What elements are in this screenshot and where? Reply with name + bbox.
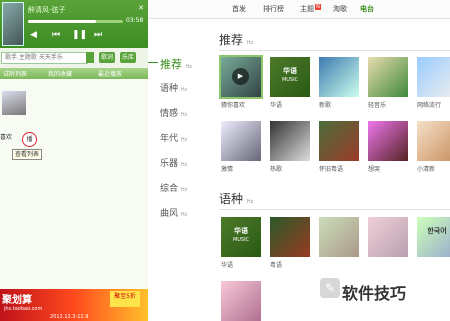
time-elapsed: 03:58 <box>126 17 144 24</box>
tab-recent[interactable]: 最近播放 <box>98 69 122 78</box>
category-label: 推荐 <box>160 58 182 71</box>
track-title: 醉清风-弦子 <box>28 6 66 14</box>
station-card[interactable]: 新歌 <box>319 57 359 109</box>
category-instrument[interactable]: 乐器 Hz <box>160 156 187 169</box>
station-card[interactable]: 激情 <box>221 121 261 173</box>
nav-tao-songs[interactable]: 淘歌 <box>333 4 347 14</box>
station-card[interactable]: 热歌 <box>270 121 310 173</box>
station-card[interactable] <box>368 217 408 257</box>
library-button[interactable]: 乐库 <box>120 52 137 63</box>
station-card[interactable]: 轻音乐 <box>368 57 408 109</box>
station-cover-text: 华语 MUSIC <box>270 67 310 84</box>
album-art-thumbnail[interactable] <box>2 2 24 46</box>
cover-title: 华语 <box>234 227 248 235</box>
progress-bar[interactable] <box>28 20 123 23</box>
now-playing-cover[interactable] <box>2 91 26 115</box>
category-sub: Hz <box>180 162 188 168</box>
cover-title: 华语 <box>283 67 297 75</box>
nav-radio[interactable]: 电台 <box>360 4 374 14</box>
category-label: 年代 <box>160 134 179 144</box>
next-track-icon[interactable]: ⏭ <box>94 31 102 40</box>
watermark-logo-icon: ✎ <box>320 278 340 298</box>
lyrics-button[interactable]: 歌词 <box>99 52 116 63</box>
nav-topics[interactable]: 主题 N <box>300 4 321 14</box>
category-sub: Hz <box>180 112 188 118</box>
section-title-recommend: 推荐 Hz <box>219 31 253 48</box>
tab-trial-list[interactable]: 试听列表 <box>3 69 27 78</box>
station-card[interactable]: 华语 MUSIC 华语 <box>270 57 310 109</box>
cover-subtitle: MUSIC <box>232 237 250 243</box>
close-icon[interactable]: ✕ <box>138 4 144 12</box>
cover-subtitle: MUSIC <box>281 77 299 83</box>
active-indicator <box>148 62 158 63</box>
station-cover-text: 한국어 <box>427 227 447 235</box>
ad-title: 聚划算 <box>2 295 32 306</box>
station-card[interactable]: 한국어 <box>417 217 450 257</box>
category-label: 乐器 <box>160 159 179 169</box>
playlist-area: 喜欢 播 查看列表 <box>0 79 148 289</box>
search-bar: 歌词 乐库 <box>0 52 148 65</box>
station-card[interactable]: 小清新 <box>417 121 450 173</box>
search-icon[interactable] <box>86 52 94 63</box>
station-card[interactable]: 网络流行 <box>417 57 450 109</box>
search-input[interactable] <box>1 52 88 64</box>
pause-icon[interactable]: ❚❚ <box>72 31 87 40</box>
music-player-panel: 醉清风-弦子 ✕ 03:58 ◀ ⏮ ❚❚ ⏭ 歌词 乐库 试听列表 我的收藏 … <box>0 0 148 321</box>
station-card[interactable]: 想哭 <box>368 121 408 173</box>
category-sub: Hz <box>180 137 188 143</box>
category-era[interactable]: 年代 Hz <box>160 131 187 144</box>
category-label: 语种 <box>160 84 179 94</box>
station-label: 网络流行 <box>417 102 442 109</box>
station-card[interactable]: 怀旧粤语 <box>319 121 359 173</box>
station-card[interactable] <box>221 281 261 321</box>
section-divider <box>219 50 450 51</box>
player-header: 醉清风-弦子 ✕ 03:58 ◀ ⏮ ❚❚ ⏭ <box>0 0 148 48</box>
station-card[interactable]: 华语 MUSIC 华语 <box>221 217 261 269</box>
station-card[interactable]: ▶ 猜你喜欢 <box>219 55 263 109</box>
station-cover-text: 华语 MUSIC <box>221 227 261 244</box>
category-sub: Hz <box>180 187 188 193</box>
category-sub: Hz <box>180 212 188 218</box>
category-label: 综合 <box>160 184 179 194</box>
ad-banner[interactable]: 聚划算 聚至5折 jhs.taobao.com 2012.12.3-12.9 <box>0 289 148 321</box>
station-label: 小清新 <box>417 166 436 173</box>
ad-date: 2012.12.3-12.9 <box>50 314 89 320</box>
section-sub: Hz <box>246 199 254 205</box>
category-language[interactable]: 语种 Hz <box>160 81 187 94</box>
playlist-tabs: 试听列表 我的收藏 最近播放 <box>0 68 148 79</box>
tab-favorites[interactable]: 我的收藏 <box>48 69 72 78</box>
tooltip: 查看列表 <box>12 149 43 160</box>
category-label: 情感 <box>160 109 179 119</box>
ad-badge: 聚至5折 <box>110 291 140 307</box>
nav-first-release[interactable]: 首发 <box>232 4 246 14</box>
category-recommend[interactable]: 推荐 Hz <box>160 56 192 72</box>
station-card[interactable]: 粤语 <box>270 217 310 269</box>
category-sub: Hz <box>180 87 188 93</box>
category-emotion[interactable]: 情感 Hz <box>160 106 187 119</box>
play-icon[interactable]: ▶ <box>232 68 249 85</box>
top-navigation: 首发 排行榜 主题 N 淘歌 电台 <box>148 0 450 19</box>
station-label: 粤语 <box>270 262 283 269</box>
section-sub: Hz <box>246 40 254 46</box>
ad-domain: jhs.taobao.com <box>4 306 43 312</box>
section-divider <box>219 209 450 210</box>
progress-fill <box>28 20 97 23</box>
section-title-language: 语种 Hz <box>219 190 253 207</box>
nav-topics-label: 主题 <box>300 5 314 13</box>
category-label: 曲风 <box>160 209 179 219</box>
list-view-button[interactable]: 播 <box>22 132 37 147</box>
watermark-text: 软件技巧 <box>342 284 407 303</box>
nav-charts[interactable]: 排行榜 <box>263 4 284 14</box>
radio-category-sidebar: 推荐 Hz 语种 Hz 情感 Hz 年代 Hz 乐器 Hz 综合 Hz 曲风 H… <box>148 18 206 321</box>
category-general[interactable]: 综合 Hz <box>160 181 187 194</box>
category-sub: Hz <box>185 64 192 70</box>
section-title-text: 推荐 <box>219 33 244 47</box>
category-genre[interactable]: 曲风 Hz <box>160 206 187 219</box>
volume-icon[interactable]: ◀ <box>30 31 37 40</box>
station-card[interactable] <box>319 217 359 257</box>
previous-track-icon[interactable]: ⏮ <box>52 31 60 40</box>
like-label: 喜欢 <box>0 134 13 141</box>
new-badge: N <box>315 4 321 10</box>
section-title-text: 语种 <box>219 192 244 206</box>
